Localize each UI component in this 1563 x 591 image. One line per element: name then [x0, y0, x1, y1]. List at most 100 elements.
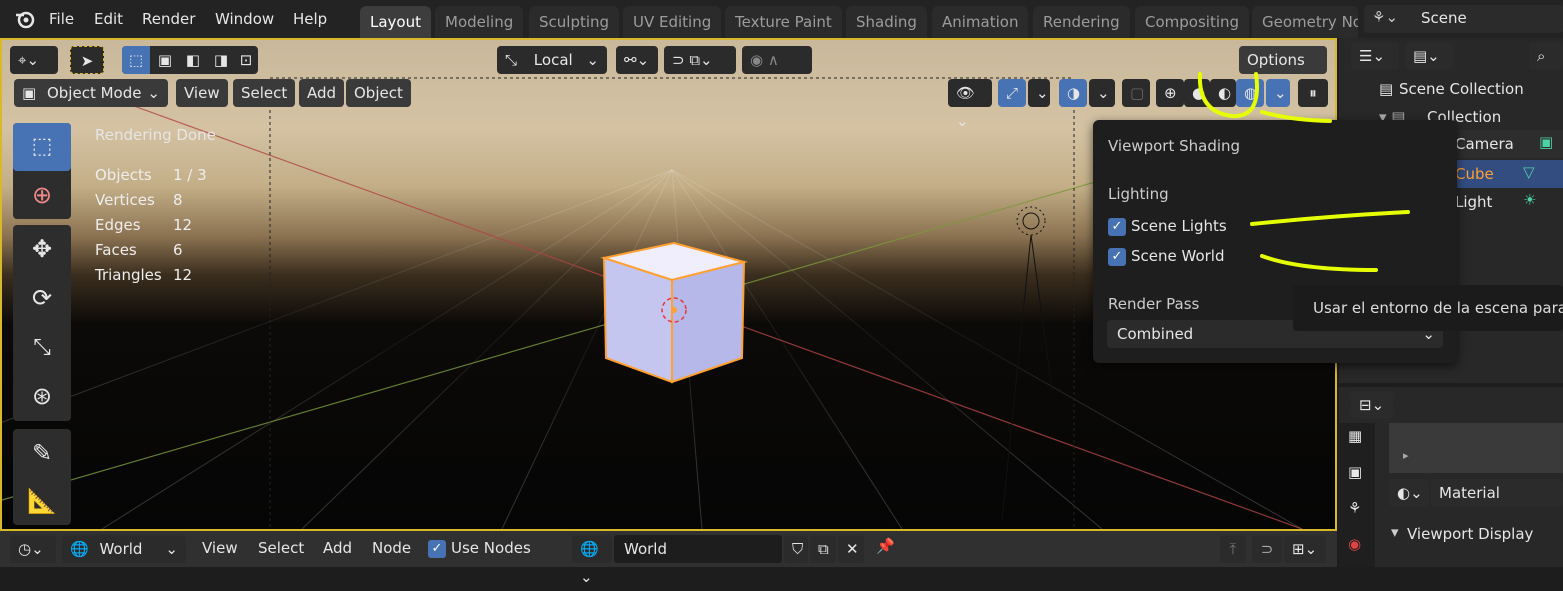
menu-select[interactable]: Select	[258, 539, 304, 557]
select-extend-icon[interactable]: ▣	[152, 46, 178, 74]
material-field[interactable]: Material	[1431, 479, 1563, 507]
tab-compositing[interactable]: Compositing	[1135, 6, 1250, 38]
snap-group[interactable]: ⊃ ⧉⌄	[664, 46, 736, 74]
measure-tool-icon[interactable]: 📐	[13, 477, 71, 525]
scale-tool-icon[interactable]: ⤡	[13, 323, 71, 372]
fake-user-icon[interactable]: ⛉	[784, 535, 808, 563]
select-subtract-icon[interactable]: ◧	[180, 46, 206, 74]
tab-animation[interactable]: Animation	[932, 6, 1029, 38]
proportional-edit-group[interactable]: ◉ ∧	[742, 46, 812, 74]
xray-toggle[interactable]: ▢	[1122, 79, 1150, 107]
editor-type-button[interactable]: ◷⌄	[10, 535, 56, 563]
menu-object[interactable]: Object	[346, 79, 411, 107]
tab-uv-editing[interactable]: UV Editing	[623, 6, 722, 38]
select-intersect-icon[interactable]: ⊡	[234, 46, 258, 74]
tab-sculpting[interactable]: Sculpting	[529, 6, 620, 38]
menu-view[interactable]: View	[176, 79, 228, 107]
transform-orientation-dropdown[interactable]: ⤡ Local ⌄	[497, 46, 607, 74]
editor-type-button[interactable]: ⌖⌄	[10, 46, 58, 74]
chevron-down-icon: ⌄	[1036, 84, 1049, 102]
shading-rendered-button[interactable]: ◍	[1236, 79, 1264, 107]
tab-layout[interactable]: Layout	[360, 6, 431, 38]
gizmo-icon: ⤢	[1006, 84, 1019, 102]
select-invert-icon[interactable]: ◨	[208, 46, 234, 74]
pause-render-button[interactable]: ⏸	[1298, 79, 1328, 107]
search-field[interactable]: ⌕	[1529, 42, 1563, 70]
outliner-editor-type[interactable]: ☰⌄	[1351, 42, 1399, 70]
blender-logo-icon[interactable]	[14, 9, 36, 29]
light-data-icon[interactable]: ☀	[1523, 191, 1536, 209]
tab-rendering[interactable]: Rendering	[1033, 6, 1130, 38]
overlay-dropdown[interactable]: ⌄	[1089, 79, 1115, 107]
menu-edit[interactable]: Edit	[94, 0, 123, 38]
select-new-icon[interactable]: ⬚	[122, 46, 150, 74]
pivot-dropdown[interactable]: ⚯⌄	[616, 46, 658, 74]
collection-icon: ▤	[1379, 80, 1394, 98]
visibility-dropdown[interactable]: 👁⌄	[948, 79, 992, 130]
material-type-icon[interactable]: ◐⌄	[1389, 479, 1429, 507]
tab-geometry-nodes[interactable]: Geometry No	[1252, 6, 1358, 38]
shading-solid-button[interactable]: ●	[1184, 79, 1210, 107]
duplicate-icon[interactable]: ⧉	[810, 535, 836, 563]
node-editor-header: ◷⌄ 🌐 World ⌄ View Select Add Node ✓ Use …	[0, 531, 1337, 586]
scene-lights-checkbox[interactable]: ✓	[1108, 218, 1126, 236]
world-name-field[interactable]: World	[614, 535, 782, 563]
menu-render[interactable]: Render	[142, 0, 195, 38]
menu-help[interactable]: Help	[293, 0, 327, 38]
stat-value: 12	[173, 266, 193, 284]
menu-window[interactable]: Window	[215, 0, 274, 38]
unlink-icon[interactable]: ✕	[838, 535, 864, 563]
shading-material-button[interactable]: ◐	[1210, 79, 1236, 107]
annotate-tool-icon[interactable]: ✎	[13, 429, 71, 477]
tab-modeling[interactable]: Modeling	[435, 6, 524, 38]
snap-mode-dropdown[interactable]: ⊞⌄	[1284, 535, 1326, 563]
mode-dropdown[interactable]: ▣ Object Mode ⌄	[14, 79, 168, 107]
shading-wireframe-button[interactable]: ⊕	[1156, 79, 1184, 107]
mesh-data-icon[interactable]: ▽	[1523, 163, 1535, 181]
rotate-tool-icon[interactable]: ⟳	[13, 274, 71, 323]
cube-object	[600, 241, 748, 384]
render-status: Rendering Done	[95, 126, 216, 144]
gizmo-dropdown[interactable]: ⌄	[1028, 79, 1050, 107]
transform-tool-icon[interactable]: ⊛	[13, 372, 71, 421]
world-browse-button[interactable]: 🌐⌄	[572, 535, 612, 586]
top-bar: File Edit Render Window Help Layout Mode…	[0, 0, 1563, 38]
outliner-scene-collection[interactable]: Scene Collection	[1399, 80, 1524, 98]
collapse-arrow-icon[interactable]: ▾	[1391, 523, 1399, 541]
menu-file[interactable]: File	[49, 0, 74, 38]
use-nodes-checkbox[interactable]: ✓	[428, 540, 446, 558]
menu-add[interactable]: Add	[323, 539, 352, 557]
menu-node[interactable]: Node	[372, 539, 411, 557]
gizmo-toggle[interactable]: ⤢	[998, 79, 1026, 107]
menu-add[interactable]: Add	[299, 79, 345, 107]
snap-magnet-icon[interactable]: ⊃	[1252, 535, 1282, 563]
cursor-tool-icon[interactable]: ⊕	[13, 171, 71, 219]
shader-type-dropdown[interactable]: 🌐 World ⌄	[62, 535, 186, 563]
properties-editor-type[interactable]: ⊟⌄	[1351, 391, 1393, 419]
scene-tab-icon[interactable]: ⚘	[1348, 499, 1361, 517]
menu-select[interactable]: Select	[233, 79, 296, 107]
tab-shading[interactable]: Shading	[846, 6, 927, 38]
select-tool-button[interactable]: ➤	[70, 46, 104, 74]
tab-texture-paint[interactable]: Texture Paint	[725, 6, 842, 38]
shading-dropdown[interactable]: ⌄	[1266, 79, 1290, 107]
select-box-tool-icon[interactable]: ⬚	[13, 123, 71, 171]
scene-selector[interactable]: ⚘⌄ Scene	[1364, 5, 1563, 33]
world-tab-icon[interactable]: ◉	[1348, 535, 1361, 553]
output-tab-icon[interactable]: ▣	[1348, 463, 1362, 481]
options-dropdown[interactable]: Options ⌄	[1239, 46, 1327, 97]
overlay-icon: ◑	[1067, 84, 1081, 102]
pin-icon[interactable]: 📌	[876, 537, 895, 555]
menu-view[interactable]: View	[202, 539, 238, 557]
cursor-icon: ➤	[80, 52, 94, 70]
move-tool-icon[interactable]: ✥	[13, 225, 71, 274]
camera-data-icon[interactable]: ▣	[1539, 133, 1553, 151]
render-tab-icon[interactable]: ▦	[1348, 427, 1362, 445]
display-mode-dropdown[interactable]: ▤⌄	[1405, 42, 1453, 70]
expand-arrow-icon[interactable]: ▸	[1403, 449, 1409, 462]
scene-world-checkbox[interactable]: ✓	[1108, 248, 1126, 266]
viewport-display-header[interactable]: Viewport Display	[1407, 525, 1533, 543]
popover-title: Viewport Shading	[1108, 137, 1241, 155]
overlay-toggle[interactable]: ◑	[1059, 79, 1087, 107]
parent-node-icon[interactable]: ⤒	[1220, 535, 1246, 563]
